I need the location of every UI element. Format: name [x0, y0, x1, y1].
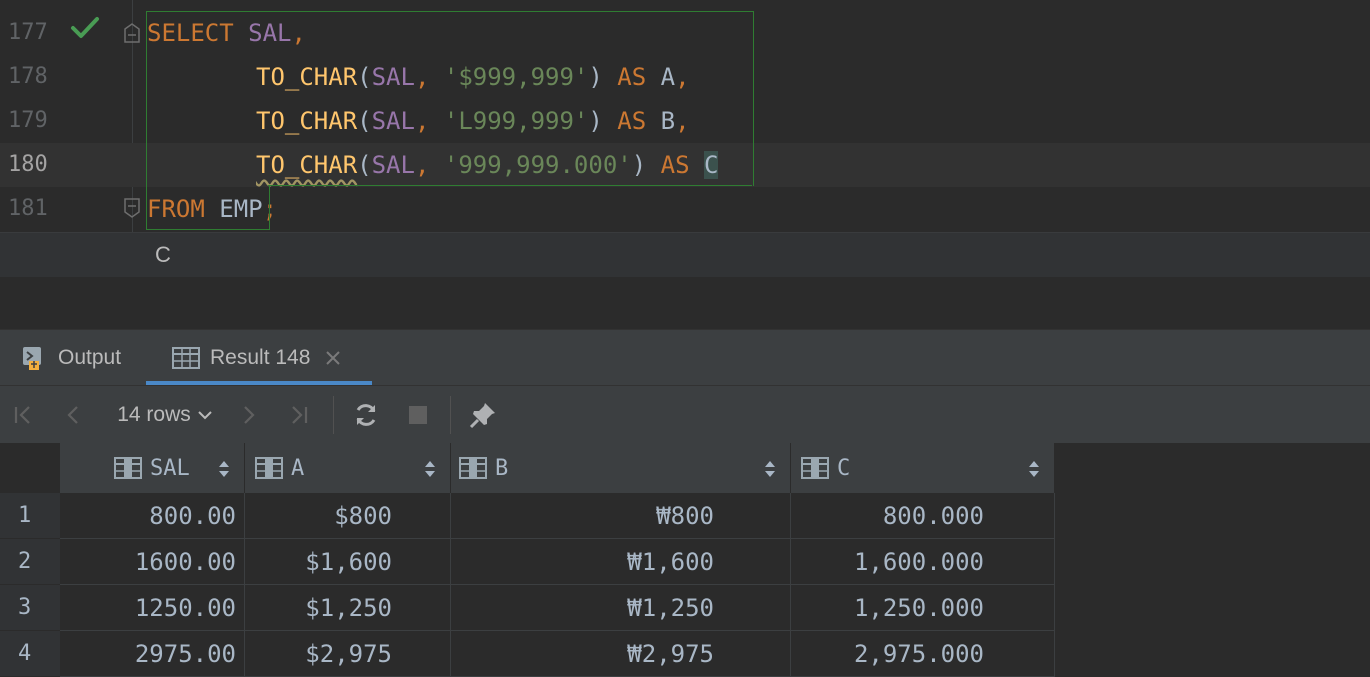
- grid-corner: [0, 443, 60, 493]
- code-line-177[interactable]: 177 SELECT SAL,: [0, 11, 1370, 55]
- cell-b[interactable]: ₩1,250: [451, 585, 791, 631]
- refresh-icon: [356, 404, 376, 426]
- cell-b[interactable]: ₩1,600: [451, 539, 791, 585]
- first-page-button[interactable]: [8, 386, 38, 444]
- line-number: 180: [8, 152, 48, 177]
- results-tab-bar: Output Result 148: [0, 329, 1370, 386]
- column-icon: [801, 457, 829, 479]
- next-page-button[interactable]: [234, 386, 264, 444]
- code-line-178[interactable]: 178 TO_CHAR(SAL, '$999,999') AS A,: [0, 55, 1370, 99]
- cell-c[interactable]: 2,975.000: [791, 631, 1055, 677]
- refresh-button[interactable]: [350, 386, 382, 444]
- column-header-label: C: [837, 455, 851, 481]
- output-console-icon: [23, 347, 41, 370]
- column-icon: [255, 457, 283, 479]
- cell-sal[interactable]: 800.00: [60, 493, 245, 539]
- pin-tab-button[interactable]: [466, 386, 500, 444]
- cell-c[interactable]: 1,600.000: [791, 539, 1055, 585]
- code-text: TO_CHAR(SAL, 'L999,999') AS B,: [256, 107, 690, 135]
- tab-result[interactable]: Result 148: [172, 330, 342, 386]
- cell-c[interactable]: 1,250.000: [791, 585, 1055, 631]
- editor-spacer: [0, 277, 1370, 329]
- code-line-179[interactable]: 179 TO_CHAR(SAL, 'L999,999') AS B,: [0, 99, 1370, 143]
- cell-a[interactable]: $1,250: [245, 585, 451, 631]
- last-page-icon: [292, 406, 308, 424]
- column-header-c[interactable]: C: [791, 443, 1055, 493]
- chevron-down-icon: [198, 411, 212, 420]
- cell-a[interactable]: $1,600: [245, 539, 451, 585]
- cell-sal[interactable]: 1600.00: [60, 539, 245, 585]
- tab-output[interactable]: Output: [20, 330, 121, 386]
- line-number: 178: [8, 64, 48, 89]
- row-number[interactable]: 2: [0, 539, 60, 585]
- rows-count-label: 14 rows: [117, 403, 191, 426]
- column-icon: [114, 457, 142, 479]
- column-header-label: B: [495, 455, 509, 481]
- stop-icon: [409, 406, 427, 424]
- rows-count-dropdown[interactable]: 14 rows: [110, 386, 220, 444]
- line-number: 179: [8, 108, 48, 133]
- code-line-181[interactable]: 181 FROM EMP;: [0, 187, 1370, 231]
- code-text: SELECT SAL,: [147, 19, 306, 47]
- sort-icon[interactable]: [424, 460, 436, 478]
- code-line-180[interactable]: 180 TO_CHAR(SAL, '999,999.000') AS C: [0, 143, 1370, 187]
- cell-a[interactable]: $800: [245, 493, 451, 539]
- column-header-sal[interactable]: SAL: [60, 443, 245, 493]
- sort-icon[interactable]: [218, 460, 230, 478]
- toolbar-divider: [450, 396, 451, 434]
- last-page-button[interactable]: [284, 386, 314, 444]
- sort-icon[interactable]: [764, 460, 776, 478]
- close-icon[interactable]: [324, 349, 342, 367]
- stop-button[interactable]: [402, 386, 434, 444]
- cell-sal[interactable]: 1250.00: [60, 585, 245, 631]
- column-header-b[interactable]: B: [451, 443, 791, 493]
- pin-icon: [469, 403, 495, 429]
- chevron-left-icon: [67, 406, 78, 424]
- breadcrumb-item[interactable]: C: [155, 233, 171, 277]
- editor-breadcrumb-bar: C: [0, 232, 1370, 277]
- cell-b[interactable]: ₩800: [451, 493, 791, 539]
- first-page-icon: [14, 406, 30, 424]
- sort-icon[interactable]: [1028, 460, 1040, 478]
- chevron-right-icon: [244, 406, 255, 424]
- tab-result-label: Result 148: [210, 346, 311, 369]
- execution-success-check-icon: [71, 17, 99, 38]
- results-toolbar: 14 rows: [0, 385, 1370, 444]
- previous-page-button[interactable]: [58, 386, 88, 444]
- table-grid-icon: [172, 347, 200, 369]
- row-number[interactable]: 3: [0, 585, 60, 631]
- code-text: FROM EMP;: [147, 195, 278, 223]
- fold-start-icon[interactable]: [124, 23, 140, 43]
- result-grid: SAL A B C 1 800.00 $800 ₩800 800.000 2 1…: [0, 443, 1370, 677]
- tab-output-label: Output: [58, 346, 122, 369]
- row-number[interactable]: 1: [0, 493, 60, 539]
- column-header-label: A: [291, 455, 305, 481]
- row-number[interactable]: 4: [0, 631, 60, 677]
- cell-a[interactable]: $2,975: [245, 631, 451, 677]
- toolbar-divider: [333, 396, 334, 434]
- cell-b[interactable]: ₩2,975: [451, 631, 791, 677]
- column-header-label: SAL: [150, 455, 190, 481]
- cell-sal[interactable]: 2975.00: [60, 631, 245, 677]
- cell-c[interactable]: 800.000: [791, 493, 1055, 539]
- code-text: TO_CHAR(SAL, '999,999.000') AS C: [256, 151, 719, 179]
- line-number: 177: [8, 20, 48, 45]
- column-header-a[interactable]: A: [245, 443, 451, 493]
- fold-end-icon[interactable]: [124, 198, 140, 218]
- code-text: TO_CHAR(SAL, '$999,999') AS A,: [256, 63, 690, 91]
- line-number: 181: [8, 196, 48, 221]
- column-icon: [459, 457, 487, 479]
- sql-editor[interactable]: 177 SELECT SAL, 178 TO_CHAR(SAL, '$999,9…: [0, 0, 1370, 232]
